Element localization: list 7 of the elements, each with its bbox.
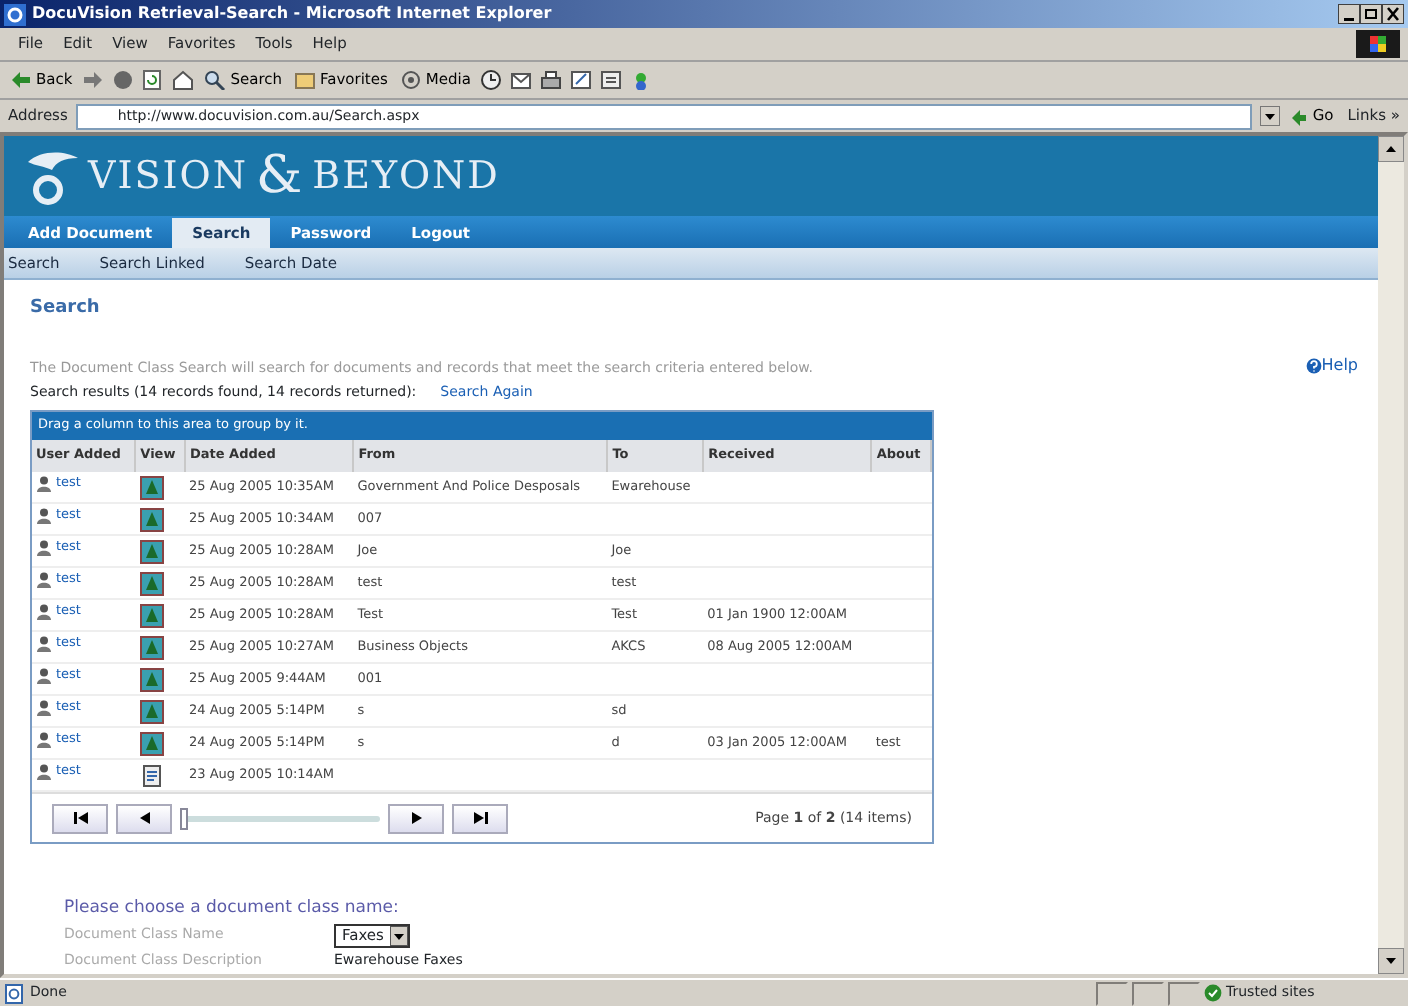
form-title: Please choose a document class name: <box>64 896 401 922</box>
window-title: DocuVision Retrieval-Search - Microsoft Internet Explorer <box>32 2 552 26</box>
logo-ampersand: & <box>255 143 305 210</box>
page-heading: Search <box>30 296 102 323</box>
logo-text: VISION <box>88 151 248 202</box>
help-link[interactable]: Help <box>1305 354 1358 379</box>
logo-text: BEYOND <box>312 151 500 202</box>
